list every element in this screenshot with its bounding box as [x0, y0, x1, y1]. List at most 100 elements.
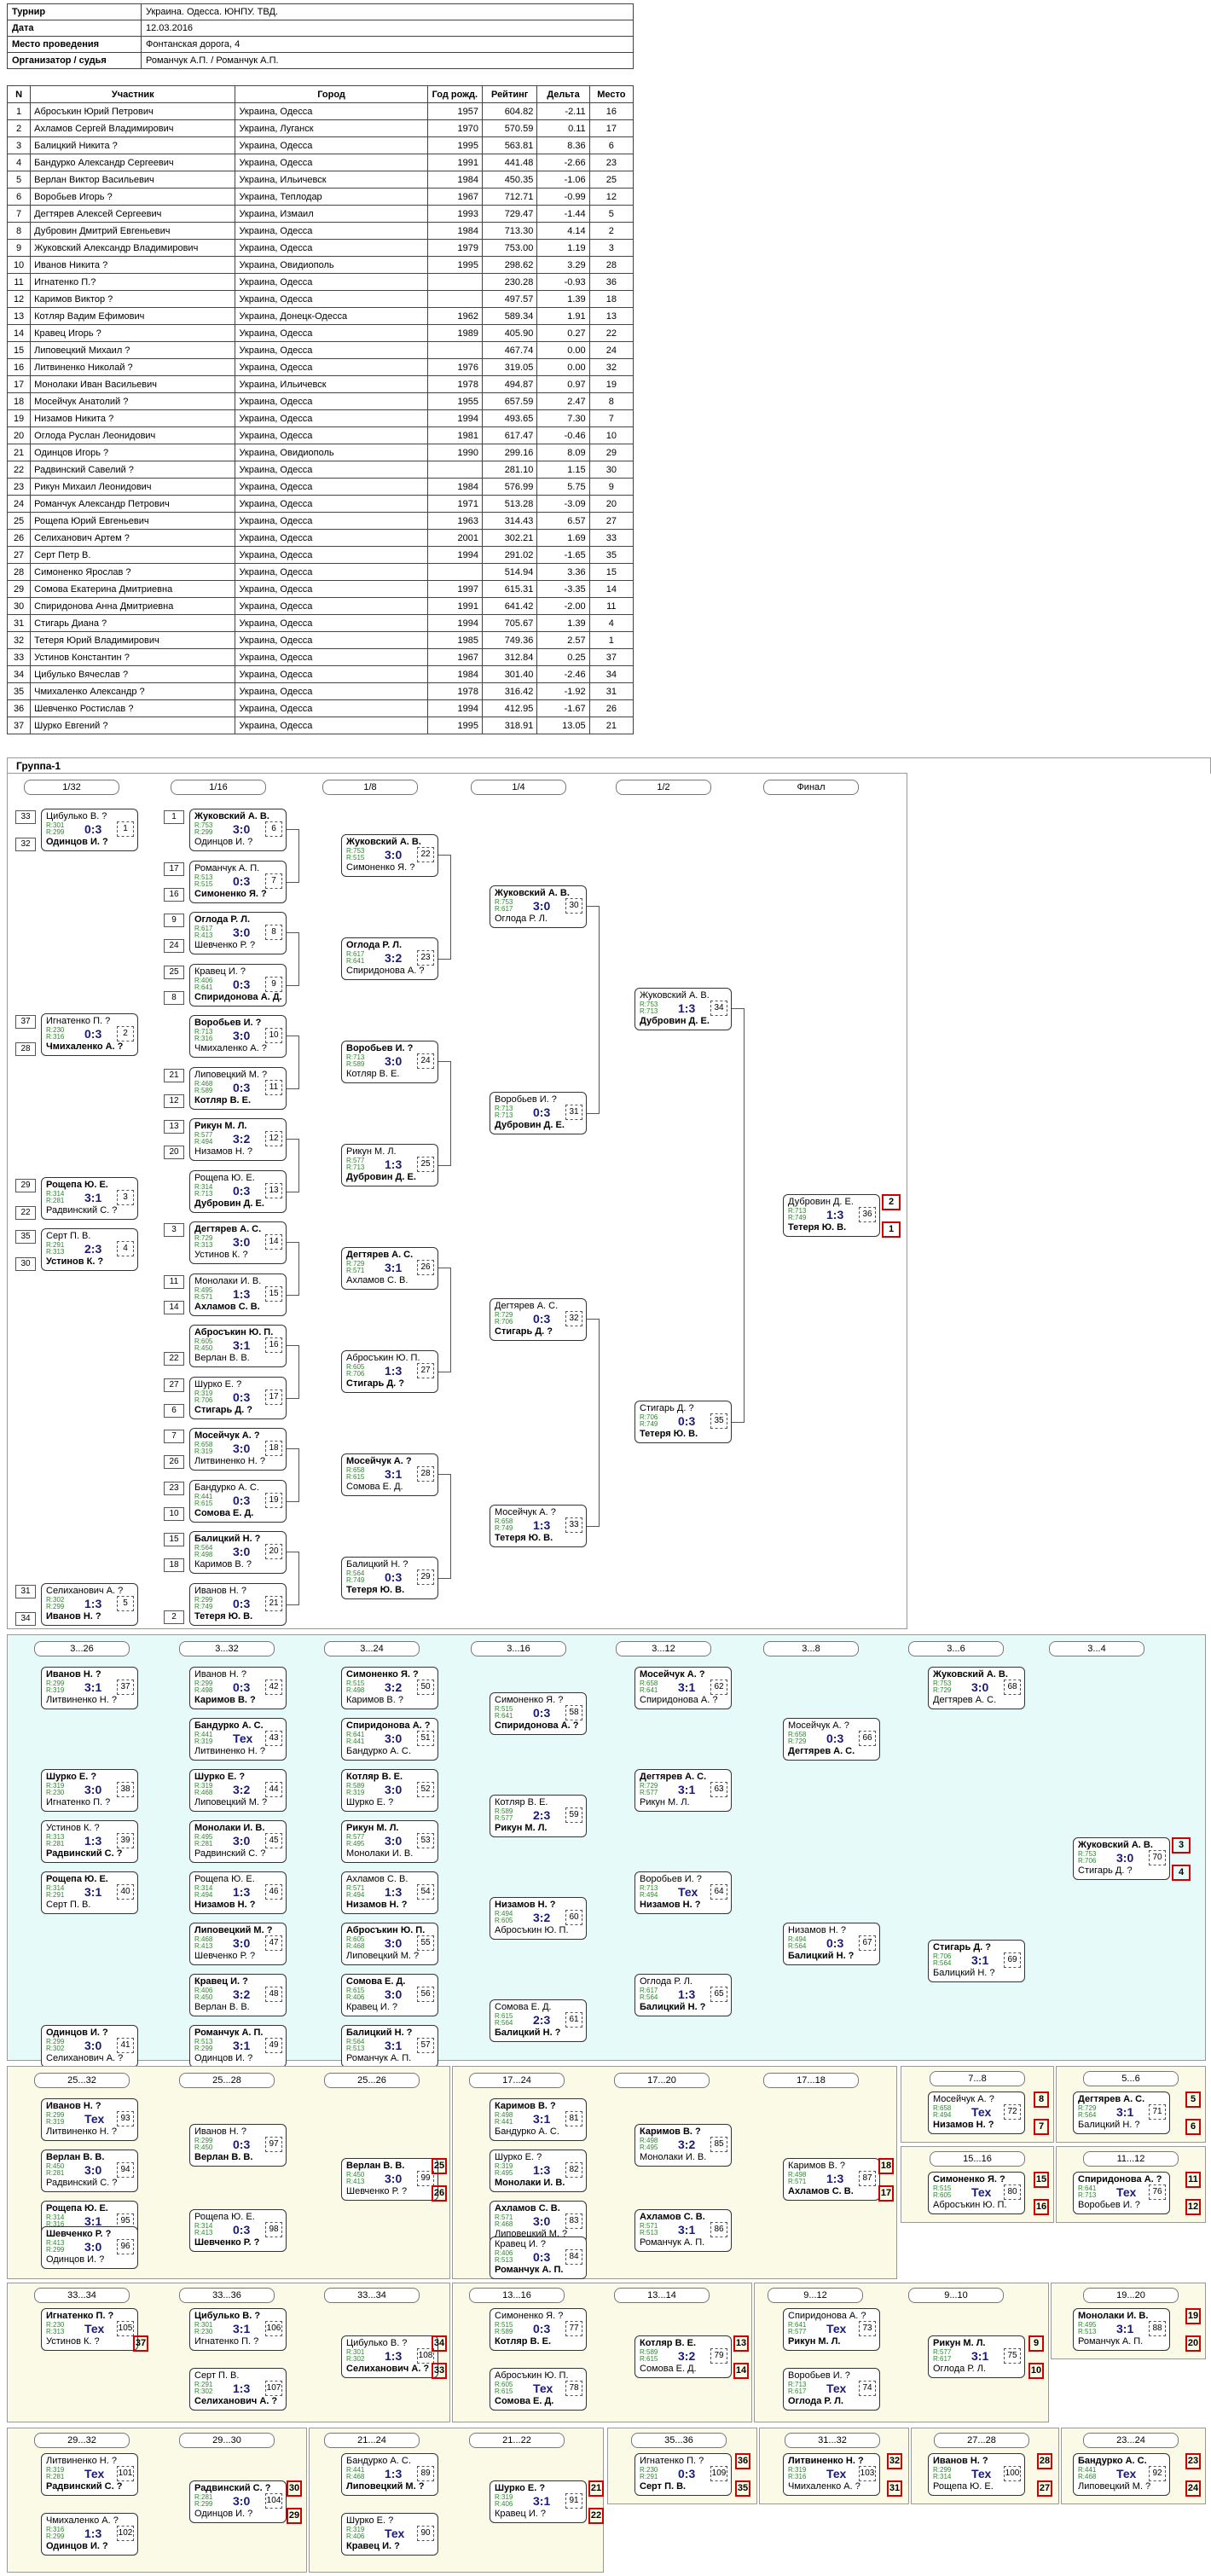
- match-score: 0:3: [533, 1312, 551, 1326]
- player-1-rating: R:713: [788, 1207, 807, 1215]
- player-1-rating: R:515: [933, 2184, 952, 2192]
- table-cell: 15: [6, 341, 32, 359]
- match-box: Дегтярев А. С. R:729 R:313 3:0 14 Устинов К. …: [189, 1221, 287, 1264]
- match-score: 1:3: [233, 2382, 251, 2395]
- player-1-name: Дегтярев А. С.: [640, 1772, 707, 1782]
- player-1-rating: R:571: [346, 1884, 365, 1892]
- match-number: 84: [565, 2249, 582, 2265]
- player-2-rating: R:450: [194, 2144, 213, 2151]
- match-box: Стигарь Д. ? R:706 R:749 0:3 35 Тетеря Ю. В.: [634, 1401, 732, 1443]
- place-result: 5: [1185, 2092, 1201, 2108]
- match-box: Котляр В. Е. R:589 R:319 3:0 52 Шурко Е. ?: [341, 1769, 438, 1812]
- match-number: 34: [710, 1001, 727, 1016]
- table-cell: Украина, Одесса: [235, 409, 428, 427]
- place-result: 18: [878, 2158, 894, 2174]
- table-cell: Одинцов Игорь ?: [30, 444, 236, 461]
- match-box: Мосейчук А. ? R:658 R:729 0:3 66 Дегтярев А. …: [783, 1718, 880, 1761]
- match-score: 1:3: [826, 2172, 844, 2185]
- table-cell: 497.57: [481, 290, 538, 308]
- player-1-name: Иванов Н. ?: [933, 2456, 988, 2466]
- place-box-frame: [7, 2428, 307, 2573]
- table-cell: 4: [6, 154, 32, 171]
- player-2-rating: R:302: [46, 2045, 65, 2052]
- player-2-name: Верлан В. В.: [194, 1353, 250, 1363]
- player-1-rating: R:319: [194, 1782, 213, 1790]
- match-box: Игнатенко П. ? R:230 R:316 0:3 2 Чмихаленко А…: [41, 1013, 138, 1056]
- player-2-rating: R:281: [46, 2473, 65, 2480]
- match-number: 38: [117, 1782, 134, 1797]
- player-2-name: Спиридонова А. ?: [495, 1720, 579, 1731]
- table-cell: Абросъкин Юрий Петрович: [30, 102, 236, 120]
- round-header: 1/32: [24, 780, 119, 795]
- table-cell: 4: [588, 614, 634, 632]
- table-cell: 1978: [426, 375, 484, 393]
- table-cell: Украина, Одесса: [235, 222, 428, 240]
- table-row: 28 Симоненко Ярослав ? Украина, Одесса 514.…: [6, 563, 634, 581]
- match-number: 87: [859, 2171, 876, 2186]
- player-2-rating: R:299: [194, 2500, 213, 2508]
- player-1-name: Сомова Е. Д.: [495, 2002, 552, 2012]
- table-cell: Украина, Овидиополь: [235, 256, 428, 274]
- player-2-rating: R:641: [640, 1686, 658, 1694]
- match-box: Рощепа Ю. Е. R:314 R:413 0:3 98 Шевченко Р. ?: [189, 2209, 287, 2252]
- player-1-rating: R:495: [194, 1833, 213, 1841]
- player-2-name: Каримов В. ?: [194, 1559, 252, 1569]
- match-score: 3:1: [971, 1953, 989, 1967]
- match-box: Жуковский А. В. R:753 R:706 3:0 70 Стигарь Д.…: [1073, 1837, 1170, 1880]
- match-score: 0:3: [233, 2223, 251, 2237]
- table-cell: 1995: [426, 256, 484, 274]
- player-2-name: Селиханович А. ?: [194, 2396, 278, 2406]
- table-cell: 314.43: [481, 512, 538, 530]
- final-place: 2: [882, 1194, 901, 1210]
- player-2-rating: R:729: [933, 1686, 952, 1694]
- match-score: 3:1: [385, 2039, 403, 2052]
- match-box: Рощепа Ю. Е. R:314 R:316 3:1 95 Чмихаленко А.…: [41, 2201, 138, 2243]
- table-cell: 1978: [426, 682, 484, 700]
- player-1-name: Шурко Е. ?: [46, 1772, 97, 1782]
- player-2-name: Одинцов И. ?: [46, 2541, 108, 2551]
- match-box: Шурко Е. ? R:319 R:406 3:1 91 Кравец И. ?: [490, 2480, 587, 2523]
- player-2-name: Сомова Е. Д.: [495, 2396, 554, 2406]
- table-cell: 19: [588, 375, 634, 393]
- player-1-rating: R:658: [495, 1517, 513, 1525]
- player-1-rating: R:498: [788, 2171, 807, 2179]
- match-number: 71: [1149, 2104, 1166, 2120]
- table-cell: -0.46: [536, 426, 590, 444]
- player-2-name: Спиридонова А. ?: [640, 1695, 718, 1705]
- table-cell: 0.00: [536, 358, 590, 376]
- player-2-rating: R:494: [933, 2111, 952, 2119]
- table-cell: 1991: [426, 597, 484, 615]
- match-score: 3:0: [233, 1235, 251, 1249]
- table-cell: 12: [588, 188, 634, 206]
- match-number: 17: [265, 1389, 282, 1405]
- table-cell: Украина, Одесса: [235, 682, 428, 700]
- info-value: Фонтанская дорога, 4: [141, 36, 634, 53]
- match-score: 3:0: [233, 1545, 251, 1558]
- place-result: 16: [1034, 2199, 1049, 2215]
- player-2-name: Устинов К. ?: [194, 1250, 248, 1260]
- round-header: 33...34: [324, 2288, 420, 2303]
- player-2-rating: R:468: [194, 1789, 213, 1796]
- match-box: Симоненко Я. ? R:515 R:589 0:3 77 Котляр В. Е…: [490, 2308, 587, 2351]
- match-score: 1:3: [385, 1364, 403, 1378]
- player-2-rating: R:316: [46, 2220, 65, 2228]
- table-row: 26 Селиханович Артем ? Украина, Одесса 2001…: [6, 529, 634, 547]
- match-number: 74: [859, 2381, 876, 2396]
- match-score: 1:3: [84, 2527, 102, 2540]
- player-1-rating: R:713: [495, 1105, 513, 1112]
- match-box: Иванов Н. ? R:299 R:498 0:3 42 Каримов В. ?: [189, 1667, 287, 1709]
- player-1-name: Романчук А. П.: [194, 862, 260, 873]
- table-cell: -1.65: [536, 546, 590, 564]
- match-score: 0:3: [233, 977, 251, 991]
- player-1-rating: R:413: [46, 2239, 65, 2247]
- seed-number: 13: [164, 1120, 184, 1134]
- match-number: 56: [417, 1987, 434, 2002]
- player-2-name: Тетеря Ю. В.: [788, 1222, 847, 1233]
- round-header: 1/4: [471, 780, 566, 795]
- info-row: Организатор / судья Романчук А.П. / Роман…: [7, 52, 634, 69]
- player-2-name: Кравец И. ?: [346, 2002, 397, 2012]
- table-cell: 1.39: [536, 614, 590, 632]
- match-score: 3:1: [233, 1338, 251, 1352]
- table-cell: 17: [588, 119, 634, 137]
- table-cell: 2: [588, 222, 634, 240]
